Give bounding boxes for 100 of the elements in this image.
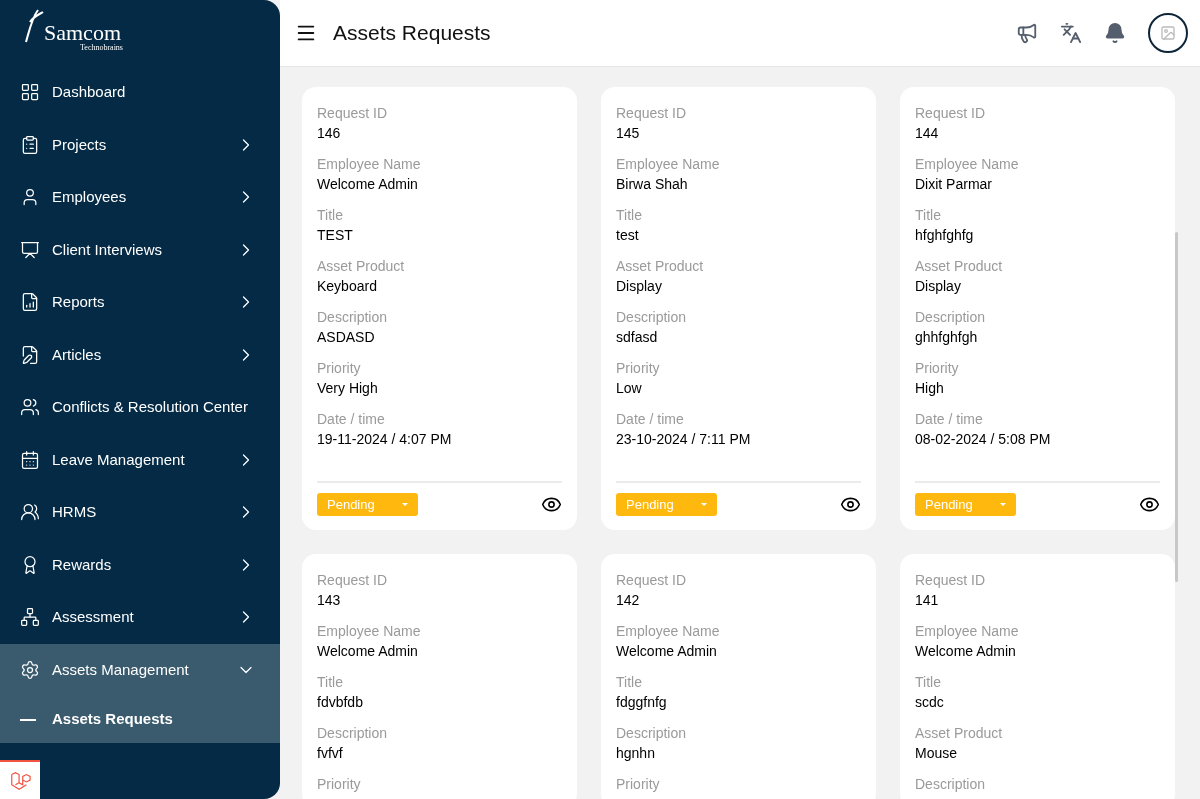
field-value: hfghfghfg <box>915 226 975 245</box>
field-value: fdvbfdb <box>317 693 364 712</box>
field-label: Request ID <box>616 104 688 123</box>
field-label: Request ID <box>317 104 389 123</box>
logo-tagline: Technobrains <box>80 44 124 52</box>
field-value: sdfasd <box>616 328 659 347</box>
field-value: hgnhn <box>616 744 656 763</box>
field-value: 143 <box>317 591 342 610</box>
field-label: Priority <box>317 775 362 794</box>
sidebar-item[interactable]: Articles <box>0 328 280 381</box>
field-label: Request ID <box>915 571 987 590</box>
avatar[interactable] <box>1148 13 1188 53</box>
field-value: scdc <box>915 693 945 712</box>
framework-badge[interactable] <box>0 760 40 799</box>
field-label: Date / time <box>915 410 984 429</box>
field-label: Date / time <box>616 410 685 429</box>
field-value: ASDASD <box>317 328 376 347</box>
field-value: fdggfnfg <box>616 693 668 712</box>
field-value: Very High <box>317 379 379 398</box>
field-value: 141 <box>915 591 940 610</box>
field-label: Employee Name <box>915 622 1020 641</box>
team-icon <box>20 502 40 523</box>
field-label: Priority <box>317 359 362 378</box>
gear-icon <box>20 659 40 680</box>
field-label: Employee Name <box>317 622 422 641</box>
calendar-icon <box>20 449 40 470</box>
field-value: ghhfghfgh <box>915 328 979 347</box>
field-label: Priority <box>616 775 661 794</box>
document-pen-icon <box>20 344 40 365</box>
logo-text: Samcom <box>44 22 121 44</box>
sidebar-item[interactable]: Reports <box>0 276 280 329</box>
field-value: Welcome Admin <box>317 175 419 194</box>
field-value: Low <box>616 379 643 398</box>
sidebar-item[interactable]: Assessment <box>0 591 280 644</box>
sidebar-item[interactable]: Assets Management <box>0 643 280 696</box>
field-value: TEST <box>317 226 354 245</box>
sidebar-item[interactable]: Employees <box>0 171 280 224</box>
submenu-item[interactable]: Assets Requests <box>0 696 280 743</box>
scrollbar[interactable] <box>1175 232 1178 582</box>
field-value: 146 <box>317 124 342 143</box>
field-label: Date / time <box>317 410 386 429</box>
caret-icon <box>1000 502 1006 507</box>
field-label: Title <box>317 206 344 225</box>
field-value: Dixit Parmar <box>915 175 993 194</box>
field-value: Welcome Admin <box>915 642 1017 661</box>
field-value: fvfvf <box>317 744 344 763</box>
field-value: 145 <box>616 124 641 143</box>
sidebar-item[interactable]: Rewards <box>0 538 280 591</box>
field-value: Keyboard <box>317 277 378 296</box>
field-label: Request ID <box>317 571 389 590</box>
field-value: 142 <box>616 591 641 610</box>
field-label: Title <box>616 206 643 225</box>
megaphone-icon[interactable] <box>1016 22 1038 44</box>
field-label: Description <box>317 724 389 743</box>
field-value: 19-11-2024 / 4:07 PM <box>317 430 453 449</box>
network-icon <box>20 607 40 628</box>
caret-icon <box>701 502 707 507</box>
field-value: 08-02-2024 / 5:08 PM <box>915 430 1052 449</box>
field-value: High <box>915 379 945 398</box>
field-label: Description <box>616 308 688 327</box>
sidebar-item[interactable]: Dashboard <box>0 66 280 119</box>
field-label: Employee Name <box>915 155 1020 174</box>
field-label: Employee Name <box>317 155 422 174</box>
sidebar-item[interactable]: Leave Management <box>0 433 280 486</box>
logo-icon <box>24 8 44 44</box>
field-label: Title <box>915 206 942 225</box>
field-label: Employee Name <box>616 155 721 174</box>
translate-icon[interactable] <box>1060 22 1082 44</box>
sidebar-item[interactable]: Client Interviews <box>0 223 280 276</box>
field-label: Employee Name <box>616 622 721 641</box>
field-label: Description <box>317 308 389 327</box>
field-label: Request ID <box>915 104 987 123</box>
field-value: Welcome Admin <box>616 642 718 661</box>
field-value: Mouse <box>915 744 959 763</box>
field-value: test <box>616 226 640 245</box>
chart-document-icon <box>20 292 40 313</box>
field-label: Asset Product <box>616 257 705 276</box>
dash-icon <box>20 718 36 721</box>
field-value: 23-10-2024 / 7:11 PM <box>616 430 752 449</box>
field-label: Title <box>616 673 643 692</box>
field-label: Title <box>317 673 344 692</box>
grid-icon <box>20 82 40 103</box>
field-label: Request ID <box>616 571 688 590</box>
bell-icon[interactable] <box>1104 22 1126 44</box>
field-label: Priority <box>616 359 661 378</box>
field-value: Display <box>915 277 962 296</box>
presentation-icon <box>20 239 40 260</box>
sidebar-item[interactable]: Conflicts & Resolution Center <box>0 381 280 434</box>
field-label: Priority <box>915 359 960 378</box>
page-title: Assets Requests <box>333 20 492 47</box>
field-label: Asset Product <box>915 257 1004 276</box>
field-label: Description <box>915 308 987 327</box>
field-value: 144 <box>915 124 940 143</box>
field-label: Asset Product <box>317 257 406 276</box>
field-value: Welcome Admin <box>317 642 419 661</box>
field-value: Birwa Shah <box>616 175 689 194</box>
people-icon <box>20 397 40 418</box>
sidebar-item[interactable]: HRMS <box>0 486 280 539</box>
field-label: Description <box>915 775 987 794</box>
sidebar-item[interactable]: Projects <box>0 118 280 171</box>
